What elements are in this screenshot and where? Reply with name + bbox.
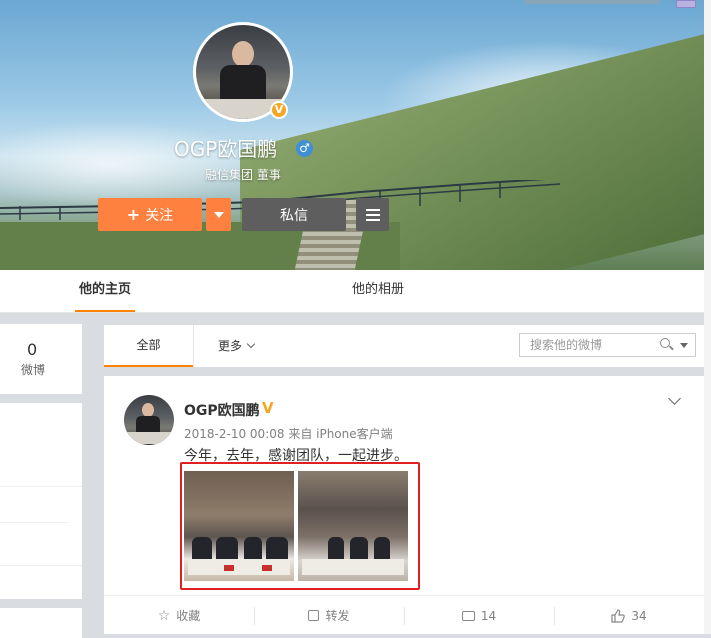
comment-button[interactable]: 14	[404, 596, 554, 635]
profile-description[interactable]: 融信集团 董事	[205, 166, 281, 183]
divider	[0, 486, 82, 487]
search-icon[interactable]	[660, 338, 670, 348]
like-count: 34	[631, 608, 647, 623]
global-search-bar[interactable]	[524, 0, 660, 4]
like-button[interactable]: 34	[554, 596, 704, 635]
post-action-bar: ☆ 收藏 转发 14 34	[104, 595, 704, 635]
feed-search-input[interactable]	[520, 334, 660, 356]
top-corner-button[interactable]	[676, 0, 696, 8]
plus-icon: +	[126, 205, 141, 224]
favorite-label: 收藏	[176, 609, 201, 623]
tab-home[interactable]: 他的主页	[75, 270, 135, 312]
feed-filter-bar: 全部 更多	[104, 325, 704, 367]
scrollbar-track[interactable]	[704, 0, 711, 634]
photo-highlight-frame	[180, 462, 420, 590]
profile-name: OGP欧国鹏	[174, 137, 278, 161]
thumbs-up-icon	[611, 608, 626, 623]
favorite-button[interactable]: ☆ 收藏	[104, 596, 254, 635]
post-options-chevron-icon[interactable]	[668, 392, 681, 405]
repost-label: 转发	[325, 609, 350, 623]
share-icon	[308, 610, 320, 621]
caret-down-icon[interactable]	[680, 343, 688, 348]
filter-all-tab[interactable]: 全部	[104, 325, 193, 367]
divider	[0, 565, 82, 566]
filter-more-label: 更多	[218, 339, 243, 353]
caret-down-icon	[213, 211, 224, 218]
sidebar-card	[0, 403, 82, 599]
post-author-avatar[interactable]	[124, 395, 174, 445]
message-label: 私信	[280, 207, 308, 224]
male-icon: ♂	[296, 140, 313, 157]
stats-card	[0, 324, 82, 394]
divider	[193, 325, 194, 367]
hamburger-icon	[365, 208, 380, 211]
repost-button[interactable]: 转发	[254, 596, 404, 635]
follow-label: 关注	[145, 207, 174, 224]
divider	[0, 522, 68, 523]
filter-more-dropdown[interactable]: 更多	[218, 325, 256, 367]
feed-search-box	[519, 333, 696, 357]
chevron-down-icon	[246, 339, 256, 349]
star-icon: ☆	[157, 607, 171, 624]
comment-icon	[461, 610, 475, 621]
post-author-name[interactable]: OGP欧国鹏	[184, 400, 260, 420]
weibo-count-label[interactable]: 微博	[21, 361, 45, 378]
feed-post: OGP欧国鹏 V 2018-2-10 00:08 来自 iPhone客户端 今年…	[104, 376, 704, 634]
comment-count: 14	[480, 608, 497, 623]
follow-dropdown-button[interactable]	[206, 198, 231, 231]
post-meta[interactable]: 2018-2-10 00:08 来自 iPhone客户端	[184, 425, 393, 442]
follow-button[interactable]: + 关注	[98, 198, 202, 231]
more-menu-button[interactable]	[356, 198, 389, 231]
profile-tab-bar: 他的主页 他的相册	[0, 270, 704, 313]
verified-badge-icon: V	[270, 101, 288, 119]
tab-album[interactable]: 他的相册	[352, 270, 404, 312]
verified-badge-icon[interactable]: V	[262, 401, 276, 416]
message-button[interactable]: 私信	[242, 198, 346, 231]
weibo-count[interactable]: 0	[27, 340, 37, 359]
